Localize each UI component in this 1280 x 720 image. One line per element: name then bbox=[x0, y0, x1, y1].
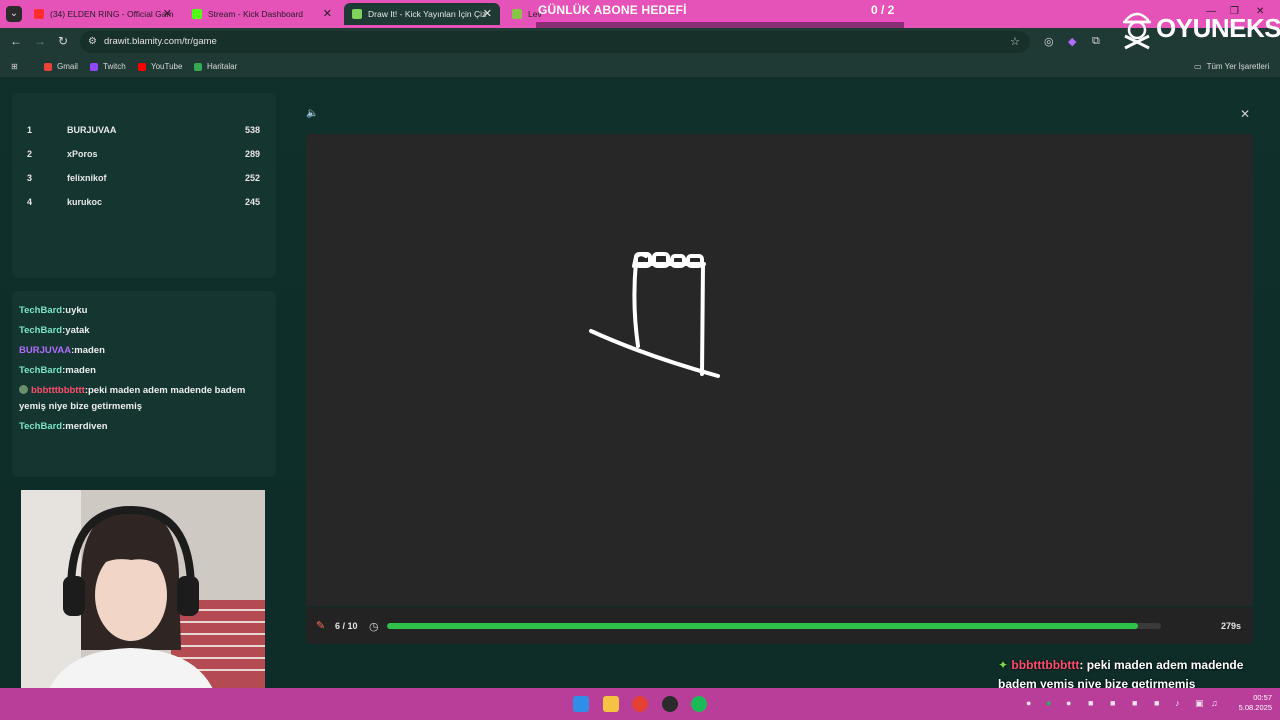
timer-icon: ◷ bbox=[369, 621, 379, 633]
sparkle-icon: ✦ bbox=[998, 658, 1009, 672]
leaderboard: 1 BURJUVAA 538 2 xPoros 289 3 felixnikof… bbox=[12, 93, 276, 278]
oyuneks-mascot-icon bbox=[1123, 12, 1151, 50]
url-text: drawit.blamity.com/tr/game bbox=[104, 36, 217, 47]
time-progress-bar bbox=[387, 623, 1161, 629]
leaderboard-row: 1 BURJUVAA 538 bbox=[27, 125, 260, 135]
user-badge-icon bbox=[19, 385, 28, 394]
chat-message: TechBard:uyku bbox=[19, 305, 88, 316]
chat-message: TechBard:yatak bbox=[19, 325, 90, 336]
bookmark-maps[interactable]: Haritalar bbox=[194, 62, 237, 71]
network-icon[interactable]: ▣ bbox=[1195, 698, 1204, 709]
extensions-puzzle-icon[interactable]: ⧉ bbox=[1092, 35, 1100, 48]
taskbar: ● ● ● ■ ■ ■ ■ ♪ ▣ ♫ bbox=[0, 688, 1280, 720]
brand-name: OYUNEKS bbox=[1156, 12, 1280, 43]
drawing-canvas[interactable] bbox=[306, 134, 1253, 606]
tab-label: (34) ELDEN RING - Official Gam bbox=[50, 9, 174, 19]
tab-kick-dashboard[interactable]: Stream - Kick Dashboard ✕ bbox=[184, 3, 340, 25]
time-left: 279s bbox=[1221, 621, 1242, 631]
tray-app-icon[interactable]: ● bbox=[1026, 698, 1031, 708]
bookmark-youtube[interactable]: YouTube bbox=[138, 62, 182, 71]
round-counter: 6 / 10 bbox=[335, 621, 358, 631]
spotify-icon[interactable] bbox=[691, 696, 707, 712]
back-icon[interactable]: ← bbox=[10, 34, 22, 48]
apps-grid-icon[interactable]: ⊞ bbox=[11, 62, 18, 71]
close-tab-icon[interactable]: ✕ bbox=[163, 7, 172, 20]
overlay-chat-user: bbbtttbbbttt bbox=[1011, 658, 1080, 672]
file-explorer-icon[interactable] bbox=[603, 696, 619, 712]
kick-icon bbox=[192, 9, 202, 19]
bookmark-twitch[interactable]: Twitch bbox=[90, 62, 126, 71]
time-progress-fill bbox=[387, 623, 1138, 629]
bookmark-star-icon[interactable]: ☆ bbox=[1010, 35, 1020, 48]
guess-chat: TechBard:uyku TechBard:yatak BURJUVAA:ma… bbox=[12, 291, 276, 477]
chat-message: TechBard:maden bbox=[19, 365, 96, 376]
drawing-sketch bbox=[589, 252, 720, 378]
chat-message: bbbtttbbbttt:peki maden adem madende bad… bbox=[19, 385, 246, 412]
close-tab-icon[interactable]: ✕ bbox=[323, 7, 332, 20]
tab-label: Draw It! - Kick Yayınları İçin Çiz bbox=[368, 9, 487, 19]
tray-app-icon[interactable]: ■ bbox=[1132, 698, 1137, 708]
subscriber-goal-title: GÜNLÜK ABONE HEDEFİ bbox=[538, 3, 687, 17]
leaderboard-row: 3 felixnikof 252 bbox=[27, 173, 260, 183]
leaderboard-row: 2 xPoros 289 bbox=[27, 149, 260, 159]
tray-app-icon[interactable]: ■ bbox=[1088, 698, 1093, 708]
tab-draw-it[interactable]: Draw It! - Kick Yayınları İçin Çiz ✕ bbox=[344, 3, 500, 25]
folder-icon: ▭ bbox=[1194, 62, 1202, 71]
tab-elden-ring[interactable]: (34) ELDEN RING - Official Gam ✕ bbox=[26, 3, 180, 25]
all-bookmarks[interactable]: ▭ Tüm Yer İşaretleri bbox=[1194, 62, 1269, 71]
streamer-webcam-image bbox=[21, 490, 265, 715]
gmail-icon bbox=[44, 62, 52, 71]
pencil-icon: ✎ bbox=[316, 620, 326, 632]
maps-icon bbox=[194, 62, 202, 71]
tab-search-button[interactable]: ⌄ bbox=[6, 6, 22, 22]
extension-icon[interactable]: ◎ bbox=[1044, 35, 1054, 48]
tray-app-icon[interactable]: ■ bbox=[1110, 698, 1115, 708]
sound-toggle-icon[interactable]: 🔈 bbox=[306, 108, 318, 119]
leaderboard-row: 4 kurukoc 245 bbox=[27, 197, 260, 207]
volume-icon[interactable]: ♫ bbox=[1211, 698, 1218, 708]
close-game-icon[interactable]: ✕ bbox=[1240, 107, 1250, 121]
address-bar: ← → ↻ ⚙ drawit.blamity.com/tr/game ☆ ◎ ◆… bbox=[0, 28, 1280, 56]
twitch-icon bbox=[90, 62, 98, 71]
tray-app-icon[interactable]: ■ bbox=[1154, 698, 1159, 708]
youtube-icon bbox=[138, 62, 146, 71]
bookmark-gmail[interactable]: Gmail bbox=[44, 62, 78, 71]
microphone-icon[interactable]: ♪ bbox=[1175, 698, 1180, 708]
close-tab-icon[interactable]: ✕ bbox=[483, 7, 492, 20]
chat-message: TechBard:merdiven bbox=[19, 421, 108, 432]
site-info-icon[interactable]: ⚙ bbox=[88, 36, 97, 47]
oyuneks-logo: OYUNEKS bbox=[1120, 4, 1280, 52]
forward-icon[interactable]: → bbox=[34, 34, 46, 48]
system-clock[interactable]: 00:57 5.08.2025 bbox=[1228, 693, 1272, 713]
obs-icon[interactable] bbox=[662, 696, 678, 712]
tab-label: Stream - Kick Dashboard bbox=[208, 9, 303, 19]
reload-icon[interactable]: ↻ bbox=[58, 34, 68, 48]
chat-message: BURJUVAA:maden bbox=[19, 345, 105, 356]
url-field[interactable] bbox=[80, 31, 1030, 53]
drawit-icon bbox=[352, 9, 362, 19]
windows-start-icon[interactable] bbox=[573, 696, 589, 712]
twitch-extension-icon[interactable]: ◆ bbox=[1068, 35, 1076, 48]
chrome-icon[interactable] bbox=[632, 696, 648, 712]
webcam-feed bbox=[21, 490, 265, 715]
tray-spotify-icon[interactable]: ● bbox=[1046, 698, 1051, 708]
tab-favicon-icon bbox=[512, 9, 522, 19]
bookmarks-bar: ⊞ Gmail Twitch YouTube Haritalar ▭ Tüm Ye… bbox=[0, 56, 1280, 78]
youtube-icon bbox=[34, 9, 44, 19]
subscriber-goal-count: 0 / 2 bbox=[871, 3, 895, 17]
tray-steam-icon[interactable]: ● bbox=[1066, 698, 1071, 708]
